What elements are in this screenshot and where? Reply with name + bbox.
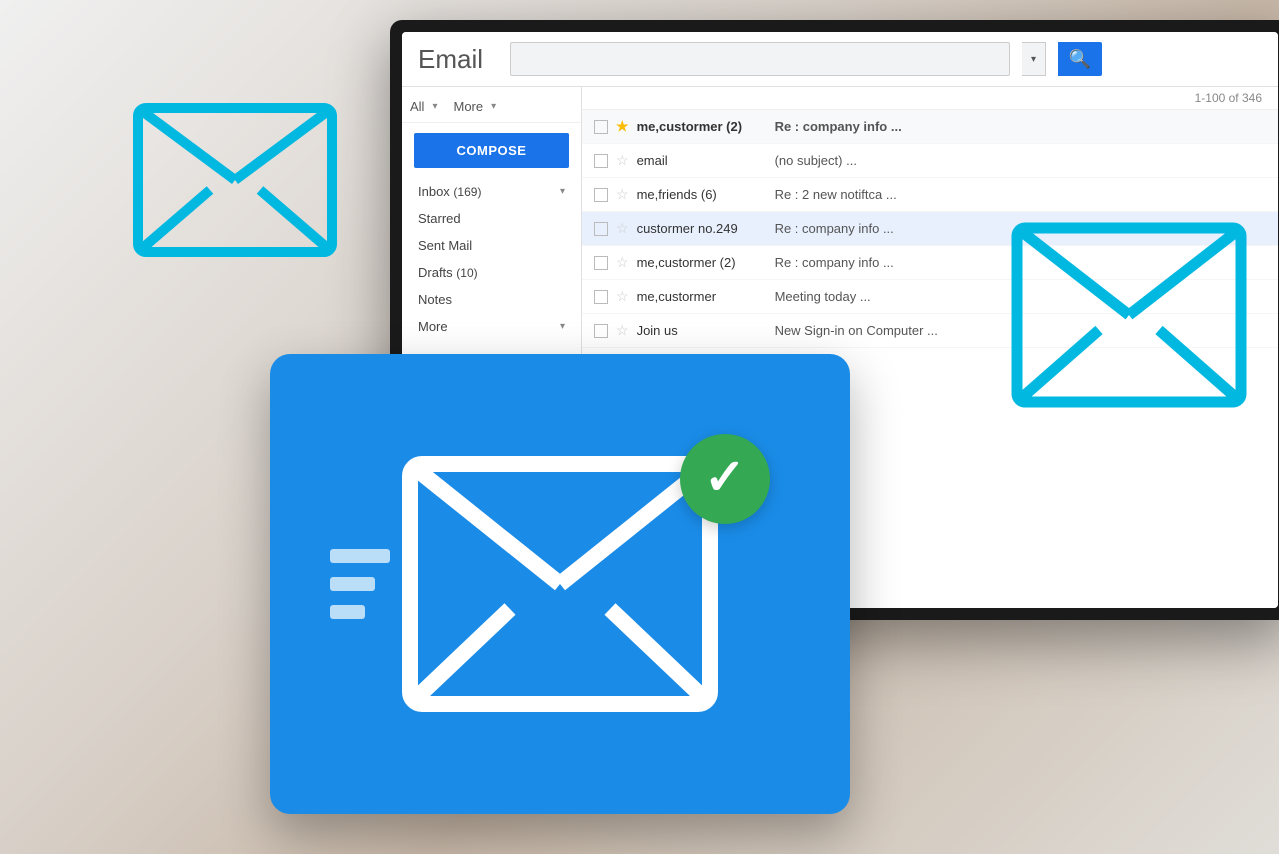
search-icon: 🔍 bbox=[1069, 49, 1091, 70]
compose-button[interactable]: COMPOSE bbox=[414, 133, 569, 168]
table-row[interactable]: ☆ me,friends (6) Re : 2 new notiftca ... bbox=[582, 178, 1278, 212]
star-icon[interactable]: ☆ bbox=[616, 186, 629, 203]
table-row[interactable]: ★ me,custormer (2) Re : company info ... bbox=[582, 110, 1278, 144]
star-icon[interactable]: ☆ bbox=[616, 322, 629, 339]
row-checkbox[interactable] bbox=[594, 120, 608, 134]
email-count: 1-100 of 346 bbox=[582, 87, 1278, 110]
more-chevron: ▾ bbox=[560, 321, 565, 332]
checkmark-icon: ✓ bbox=[704, 452, 746, 502]
success-badge: ✓ bbox=[680, 434, 770, 524]
card-text-lines bbox=[330, 549, 390, 619]
sender-name: me,friends (6) bbox=[637, 187, 767, 202]
starred-label: Starred bbox=[418, 211, 461, 226]
row-checkbox[interactable] bbox=[594, 324, 608, 338]
sender-name: Join us bbox=[637, 323, 767, 338]
row-checkbox[interactable] bbox=[594, 290, 608, 304]
email-subject: (no subject) ... bbox=[775, 153, 1266, 168]
email-subject: Re : company info ... bbox=[775, 119, 1266, 134]
star-icon[interactable]: ☆ bbox=[616, 254, 629, 271]
sender-name: me,custormer (2) bbox=[637, 255, 767, 270]
card-envelope-icon bbox=[390, 444, 730, 724]
sender-name: me,custormer (2) bbox=[637, 119, 767, 134]
sender-name: custormer no.249 bbox=[637, 221, 767, 236]
more-label: More bbox=[418, 319, 448, 334]
filter-all-chevron: ▾ bbox=[432, 101, 437, 112]
line-2 bbox=[330, 577, 375, 591]
inbox-count: (169) bbox=[453, 185, 481, 199]
sidebar-item-more[interactable]: More ▾ bbox=[402, 313, 581, 340]
filter-bar: All ▾ More ▾ bbox=[402, 95, 581, 123]
search-input[interactable] bbox=[510, 42, 1010, 76]
search-button[interactable]: 🔍 bbox=[1058, 42, 1102, 76]
email-subject: Re : 2 new notiftca ... bbox=[775, 187, 1266, 202]
row-checkbox[interactable] bbox=[594, 256, 608, 270]
star-icon[interactable]: ☆ bbox=[616, 152, 629, 169]
notes-label: Notes bbox=[418, 292, 452, 307]
drafts-label: Drafts (10) bbox=[418, 265, 478, 280]
floating-envelope-right bbox=[1009, 220, 1249, 415]
filter-more-chevron: ▾ bbox=[491, 101, 496, 112]
row-checkbox[interactable] bbox=[594, 188, 608, 202]
sidebar-item-notes[interactable]: Notes bbox=[402, 286, 581, 313]
star-icon[interactable]: ☆ bbox=[616, 288, 629, 305]
app-title: Email bbox=[418, 44, 498, 75]
row-checkbox[interactable] bbox=[594, 154, 608, 168]
search-dropdown-btn[interactable]: ▾ bbox=[1022, 42, 1046, 76]
inbox-chevron: ▾ bbox=[560, 186, 565, 197]
sidebar-item-starred[interactable]: Starred bbox=[402, 205, 581, 232]
sender-name: email bbox=[637, 153, 767, 168]
sidebar-item-sent[interactable]: Sent Mail bbox=[402, 232, 581, 259]
floating-envelope-left bbox=[130, 100, 340, 265]
sidebar-item-inbox[interactable]: Inbox (169) ▾ bbox=[402, 178, 581, 205]
envelope-outline-icon bbox=[130, 100, 340, 260]
filter-all[interactable]: All bbox=[410, 99, 424, 114]
drafts-count: (10) bbox=[456, 266, 477, 280]
email-feature-card: ✓ bbox=[270, 354, 850, 814]
filter-more[interactable]: More bbox=[453, 99, 483, 114]
sender-name: me,custormer bbox=[637, 289, 767, 304]
line-3 bbox=[330, 605, 365, 619]
sent-label: Sent Mail bbox=[418, 238, 472, 253]
star-icon[interactable]: ★ bbox=[616, 118, 629, 135]
row-checkbox[interactable] bbox=[594, 222, 608, 236]
star-icon[interactable]: ☆ bbox=[616, 220, 629, 237]
envelope-outline-icon-right bbox=[1009, 220, 1249, 410]
email-header: Email ▾ 🔍 bbox=[402, 32, 1278, 87]
table-row[interactable]: ☆ email (no subject) ... bbox=[582, 144, 1278, 178]
sidebar-item-drafts[interactable]: Drafts (10) bbox=[402, 259, 581, 286]
line-1 bbox=[330, 549, 390, 563]
inbox-label: Inbox (169) bbox=[418, 184, 481, 199]
